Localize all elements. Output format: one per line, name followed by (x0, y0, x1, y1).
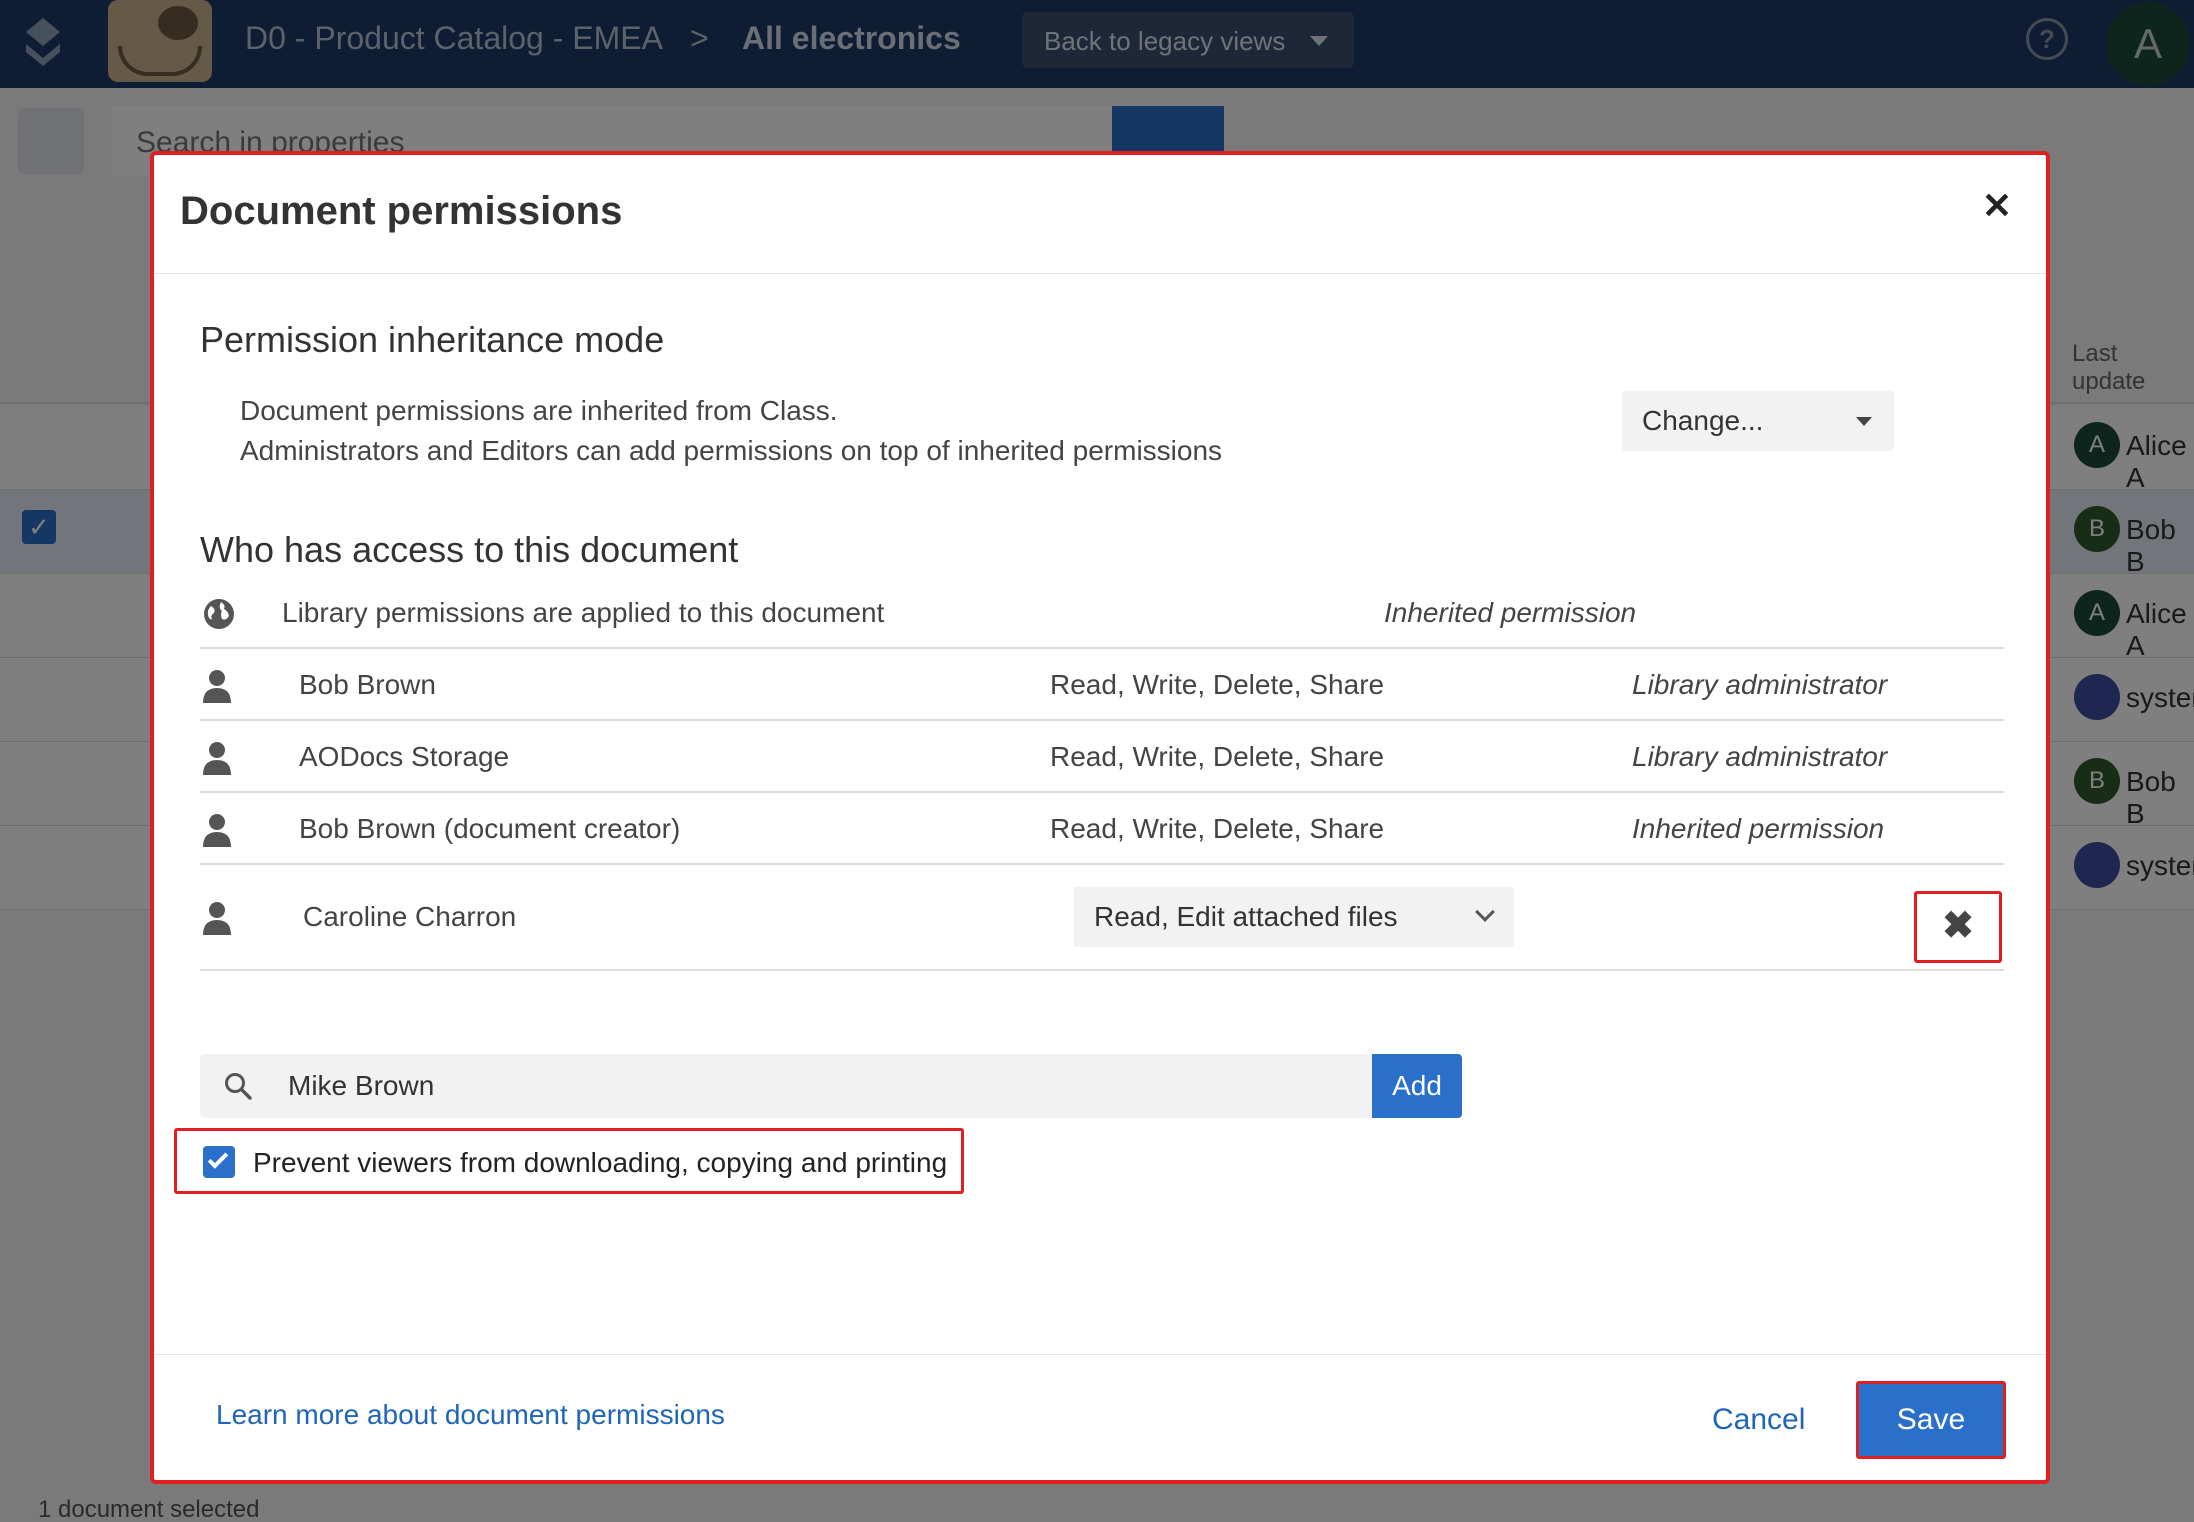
permission-rights: Read, Write, Delete, Share (1050, 813, 1385, 844)
permission-rights: Read, Write, Delete, Share (1050, 741, 1385, 772)
inheritance-description: Document permissions are inherited from … (240, 391, 1222, 471)
dialog-header: Document permissions ✕ (154, 155, 2046, 274)
checkmark-icon (207, 1148, 229, 1169)
chevron-down-icon (1475, 902, 1495, 922)
prevent-download-checkbox[interactable] (203, 1146, 235, 1178)
change-inheritance-dropdown[interactable]: Change... (1622, 391, 1894, 451)
rights-select[interactable]: Read, Edit attached files (1074, 887, 1514, 947)
add-user-button[interactable]: Add (1372, 1054, 1462, 1118)
globe-icon (204, 599, 234, 629)
person-icon (203, 670, 231, 703)
permission-user-name: AODocs Storage (299, 741, 510, 772)
document-permissions-dialog: Document permissions ✕ Permission inheri… (150, 151, 2050, 1484)
permission-row: Bob Brown Read, Write, Delete, Share Lib… (200, 649, 2004, 721)
caret-down-icon (1856, 417, 1872, 426)
cancel-button[interactable]: Cancel (1712, 1403, 1805, 1437)
change-dropdown-label: Change... (1642, 405, 1764, 436)
inheritance-line-2: Administrators and Editors can add permi… (240, 435, 1223, 466)
save-button[interactable]: Save (1856, 1381, 2006, 1459)
person-icon (203, 814, 231, 847)
close-icon[interactable]: ✕ (1982, 185, 2012, 227)
dialog-footer: Learn more about document permissions Ca… (154, 1354, 2046, 1484)
library-permission-label: Library permissions are applied to this … (282, 597, 885, 628)
search-icon (225, 1073, 252, 1100)
permission-user-name: Bob Brown (299, 669, 436, 700)
prevent-download-label[interactable]: Prevent viewers from downloading, copyin… (253, 1147, 947, 1179)
person-icon (203, 902, 231, 935)
access-heading: Who has access to this document (200, 529, 739, 570)
add-user-search (200, 1054, 1422, 1118)
permission-origin: Library administrator (1632, 669, 1888, 700)
permission-row-library: Library permissions are applied to this … (200, 587, 2004, 649)
person-icon (203, 742, 231, 775)
permission-row: AODocs Storage Read, Write, Delete, Shar… (200, 721, 2004, 793)
permission-user-name: Caroline Charron (303, 901, 517, 932)
prevent-download-option[interactable]: Prevent viewers from downloading, copyin… (174, 1128, 964, 1194)
rights-select-value: Read, Edit attached files (1094, 901, 1398, 932)
permission-origin: Library administrator (1632, 741, 1888, 772)
permission-row-editable: Caroline Charron Read, Edit attached fil… (200, 865, 2004, 971)
inheritance-line-1: Document permissions are inherited from … (240, 395, 838, 426)
remove-permission-button[interactable]: ✖ (1914, 891, 2002, 963)
inheritance-heading: Permission inheritance mode (200, 319, 665, 360)
permission-origin: Inherited permission (1632, 813, 1885, 844)
dialog-title: Document permissions (180, 189, 623, 233)
permission-row: Bob Brown (document creator) Read, Write… (200, 793, 2004, 865)
permission-origin: Inherited permission (1384, 597, 1637, 628)
permission-rights: Read, Write, Delete, Share (1050, 669, 1385, 700)
permission-user-name: Bob Brown (document creator) (299, 813, 681, 844)
add-user-input[interactable] (288, 1054, 1408, 1118)
learn-more-link[interactable]: Learn more about document permissions (216, 1399, 725, 1431)
